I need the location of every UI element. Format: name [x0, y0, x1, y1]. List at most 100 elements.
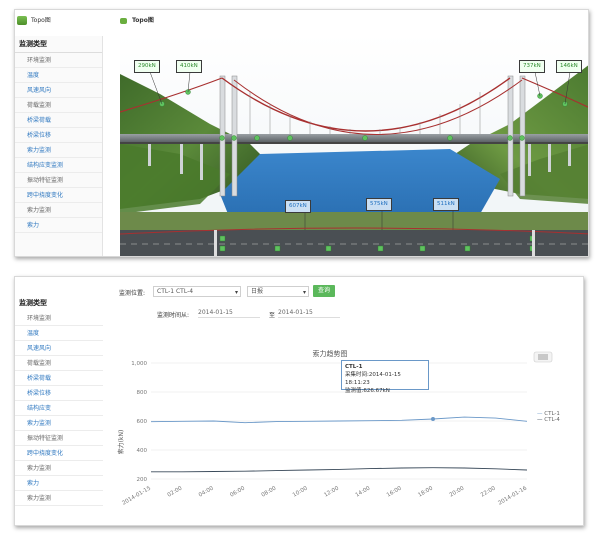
- cable-force-tag[interactable]: 290kN: [134, 60, 160, 73]
- bottom-sidebar-item[interactable]: 索力监测: [15, 491, 103, 506]
- pier: [568, 144, 571, 166]
- x-tick-label: 16:00: [386, 485, 403, 498]
- road-post: [532, 230, 535, 256]
- tooltip-title: CTL-1: [345, 364, 363, 370]
- bottom-sidebar-item[interactable]: 索力监测: [15, 461, 103, 476]
- lower-road: [120, 230, 588, 256]
- bottom-sidebar-item[interactable]: 跨中挠度变化: [15, 446, 103, 461]
- topo-square-icon: [120, 18, 127, 24]
- bottom-sidebar-item[interactable]: 振动特征监测: [15, 431, 103, 446]
- chevron-down-icon: ▾: [302, 289, 306, 296]
- top-sidebar-list: 环境监测 温度 风速风向 荷载监测 桥梁荷载 桥梁位移 索力监测 结构应变监测 振动特征监测 跨中…: [15, 53, 102, 233]
- cable-force-tag[interactable]: 146kN: [556, 60, 582, 73]
- cable-force-tag[interactable]: 575kN: [366, 198, 392, 211]
- topo-icon: [17, 16, 27, 25]
- cable-force-tag[interactable]: 737kN: [519, 60, 545, 73]
- query-button[interactable]: 查询: [313, 285, 336, 297]
- deck-shadow: [120, 142, 588, 144]
- y-tick-label: 400: [137, 448, 148, 454]
- bottom-sidebar-list: 环境监测 温度 风速风向 荷载监测 桥梁荷载 桥梁位移 结构应变 索力监测 振动特征监测 跨中挠度…: [15, 311, 103, 506]
- legend-item-ctl4[interactable]: — CTL-4: [537, 417, 560, 423]
- pier: [528, 144, 531, 176]
- top-sidebar-item[interactable]: 桥梁荷载: [15, 113, 102, 128]
- x-tick-label: 04:00: [198, 485, 215, 498]
- bridge-3d-scene[interactable]: 290kN 410kN 737kN 146kN 607kN 575kN 511k…: [119, 34, 588, 256]
- bottom-sidebar-item[interactable]: 索力: [15, 476, 103, 491]
- x-tick-label: 20:00: [449, 485, 466, 498]
- x-tick-label: 14:00: [355, 485, 372, 498]
- y-axis-label: 索力(kN): [117, 430, 125, 455]
- bottom-sidebar-item[interactable]: 温度: [15, 326, 103, 341]
- bottom-sidebar-item[interactable]: 桥梁位移: [15, 386, 103, 401]
- top-sidebar-item[interactable]: 桥梁位移: [15, 128, 102, 143]
- period-select-value: 日报: [251, 288, 264, 295]
- hover-point[interactable]: [431, 416, 435, 421]
- topology-panel: Topo图 Topo图 监测类型 环境监测 温度 风速风向 荷载监测 桥梁荷载 桥梁位移索…: [14, 9, 589, 257]
- bottom-sidebar-item[interactable]: 环境监测: [15, 311, 103, 326]
- x-axis-ticks: 2014-01-15 02:00 04:00 06:00 08:00 10:00 12:00…: [121, 485, 528, 506]
- y-tick-label: 600: [137, 419, 148, 425]
- period-select[interactable]: 日报 ▾: [247, 286, 309, 297]
- top-sidebar: 监测类型 环境监测 温度 风速风向 荷载监测 桥梁荷载 桥梁位移 索力监测 结构应变监测 振动特…: [15, 36, 103, 256]
- bottom-sidebar-item[interactable]: 风速风向: [15, 341, 103, 356]
- tooltip-time: 采集时间:2014-01-15 18:11:23: [345, 372, 401, 386]
- bottom-sidebar-item[interactable]: 桥梁荷载: [15, 371, 103, 386]
- bottom-sidebar-item[interactable]: 荷载监测: [15, 356, 103, 371]
- y-tick-label: 200: [137, 477, 148, 483]
- top-sidebar-header: 监测类型: [15, 36, 102, 53]
- x-tick-label: 02:00: [167, 485, 184, 498]
- location-select-value: CTL-1 CTL-4: [157, 288, 194, 295]
- top-sidebar-item[interactable]: 振动特征监测: [15, 173, 102, 188]
- chart-menu-icon[interactable]: [533, 351, 553, 363]
- scene-topo-tab-label: Topo图: [132, 17, 154, 24]
- pier: [180, 144, 183, 174]
- x-tick-label: 08:00: [261, 485, 278, 498]
- chart-series: [150, 416, 528, 473]
- x-tick-label: 22:00: [480, 485, 497, 498]
- bottom-sidebar: 监测类型 环境监测 温度 风速风向 荷载监测 桥梁荷载 桥梁位移 结构应变 索力监测 振动特征监…: [15, 295, 103, 525]
- top-sidebar-item[interactable]: 索力: [15, 218, 102, 233]
- bottom-sidebar-item[interactable]: 索力监测: [15, 416, 103, 431]
- series-line-ctl-1[interactable]: [150, 416, 528, 424]
- trend-panel: 监测类型 环境监测 温度 风速风向 荷载监测 桥梁荷载 桥梁位移 结构应变 索力监测 振动特征监…: [14, 276, 584, 526]
- y-tick-label: 1,000: [131, 361, 147, 367]
- pier: [548, 144, 551, 172]
- top-sidebar-item[interactable]: 结构应变监测: [15, 158, 102, 173]
- pier: [200, 144, 203, 180]
- series-line-ctl-4[interactable]: [151, 467, 528, 473]
- location-label: 监测位置:: [119, 290, 146, 297]
- bottom-sidebar-header: 监测类型: [19, 299, 47, 307]
- main-deck: [120, 134, 588, 142]
- top-sidebar-item[interactable]: 风速风向: [15, 83, 102, 98]
- x-tick-label: 18:00: [417, 485, 434, 498]
- y-tick-label: 800: [137, 390, 148, 396]
- cable-force-tag[interactable]: 410kN: [176, 60, 202, 73]
- x-tick-label: 12:00: [323, 485, 340, 498]
- x-tick-label: 2014-01-15: [121, 485, 152, 506]
- x-tick-label: 06:00: [229, 485, 246, 498]
- date-from-input[interactable]: 2014-01-15: [198, 308, 260, 318]
- x-tick-label: 2014-01-16: [497, 485, 528, 506]
- top-sidebar-item[interactable]: 荷载监测: [15, 98, 102, 113]
- scene-topo-tab[interactable]: Topo图: [120, 14, 154, 28]
- road-post: [214, 230, 217, 256]
- top-sidebar-item[interactable]: 环境监测: [15, 53, 102, 68]
- legend-label: CTL-4: [544, 417, 560, 423]
- time-range-label: 监测时间从:: [157, 312, 190, 319]
- cable-force-trend-chart[interactable]: 索力趋势图 索力(kN) 1,000 800 600 400 200 2014-01-1…: [115, 347, 575, 522]
- bottom-sidebar-item[interactable]: 结构应变: [15, 401, 103, 416]
- sidebar-topo-tab[interactable]: Topo图: [15, 14, 103, 28]
- top-sidebar-item[interactable]: 索力监测: [15, 203, 102, 218]
- cable-force-tag[interactable]: 511kN: [433, 198, 459, 211]
- date-to-label: 至: [269, 312, 276, 319]
- chart-legend: — CTL-1 — CTL-4: [537, 411, 560, 423]
- riverbank: [120, 212, 588, 230]
- tooltip-value: 监测值:626.67kN: [345, 388, 390, 394]
- top-sidebar-item[interactable]: 跨中挠度变化: [15, 188, 102, 203]
- pier: [148, 144, 151, 166]
- top-sidebar-item[interactable]: 温度: [15, 68, 102, 83]
- cable-force-tag[interactable]: 607kN: [285, 200, 311, 213]
- date-to-input[interactable]: 2014-01-15: [278, 308, 340, 318]
- location-select[interactable]: CTL-1 CTL-4 ▾: [153, 286, 241, 297]
- top-sidebar-item[interactable]: 索力监测: [15, 143, 102, 158]
